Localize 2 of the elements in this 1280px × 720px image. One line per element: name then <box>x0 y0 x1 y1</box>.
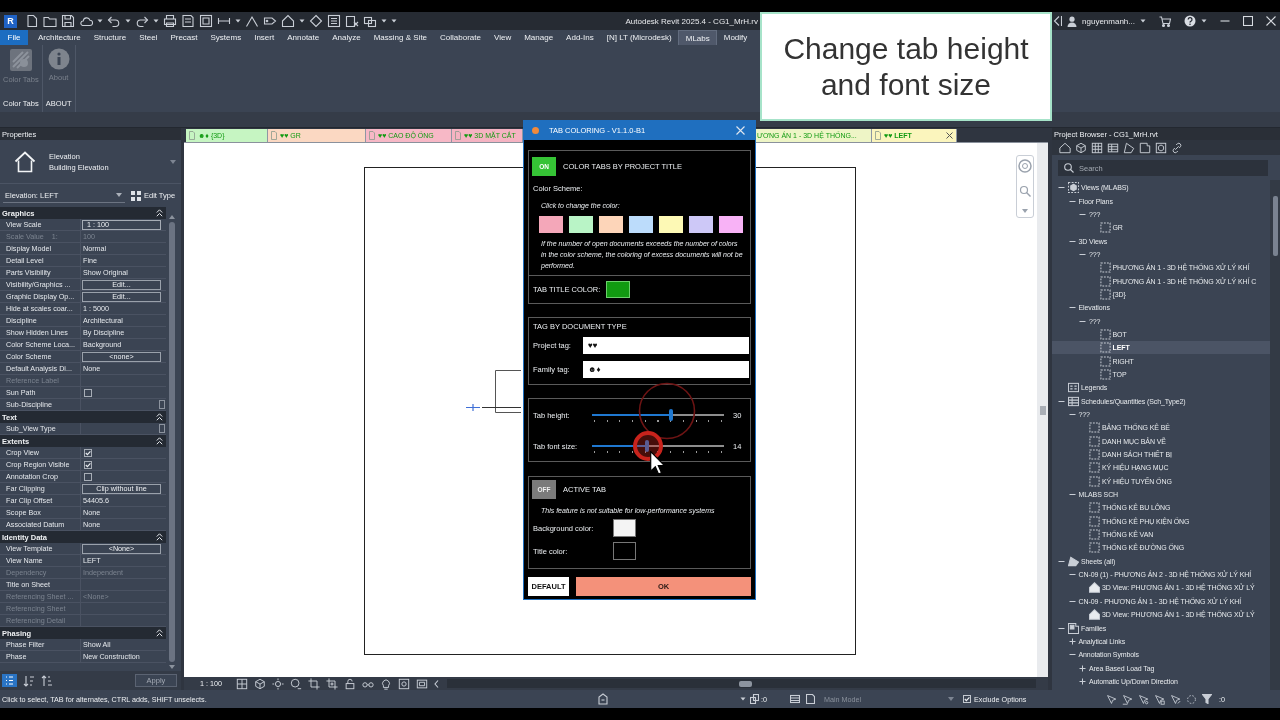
window-title: Autodesk Revit 2025.4 - CG1_MrH.rv <box>625 16 758 26</box>
caption-text: Change tab height and font size <box>782 30 1030 103</box>
